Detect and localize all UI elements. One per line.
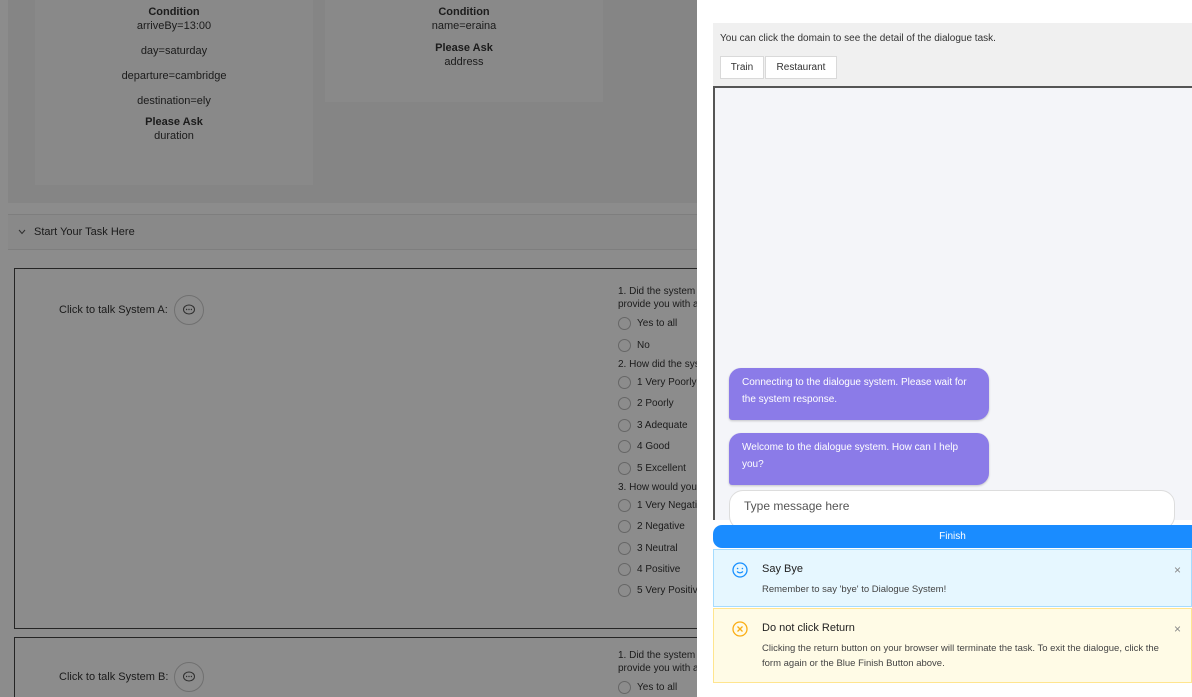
close-icon[interactable]: ×	[1174, 622, 1181, 636]
task-page: Condition arriveBy=13:00 day=saturday de…	[0, 0, 697, 697]
smile-icon	[732, 562, 748, 583]
alert-description: Clicking the return button on your brows…	[762, 643, 1159, 669]
close-circle-icon	[732, 621, 748, 642]
domain-hint: You can click the domain to see the deta…	[720, 33, 996, 44]
chat-window: Connecting to the dialogue system. Pleas…	[713, 86, 1192, 530]
drawer-header: You can click the domain to see the deta…	[713, 23, 1192, 86]
modal-mask[interactable]	[0, 0, 697, 697]
dialogue-drawer: You can click the domain to see the deta…	[697, 0, 1192, 697]
domain-button-restaurant[interactable]: Restaurant	[765, 56, 837, 79]
alert-description: Remember to say 'bye' to Dialogue System…	[762, 584, 947, 595]
finish-button[interactable]: Finish	[713, 525, 1192, 548]
alert-title: Do not click Return	[762, 622, 855, 634]
alert-title: Say Bye	[762, 563, 803, 575]
system-message: Connecting to the dialogue system. Pleas…	[729, 368, 989, 420]
do-not-return-alert: Do not click Return Clicking the return …	[713, 608, 1192, 683]
domain-button-train[interactable]: Train	[720, 56, 764, 79]
close-icon[interactable]: ×	[1174, 563, 1181, 577]
say-bye-alert: Say Bye Remember to say 'bye' to Dialogu…	[713, 549, 1192, 607]
message-input[interactable]: Type message here	[729, 490, 1175, 530]
system-message: Welcome to the dialogue system. How can …	[729, 433, 989, 485]
